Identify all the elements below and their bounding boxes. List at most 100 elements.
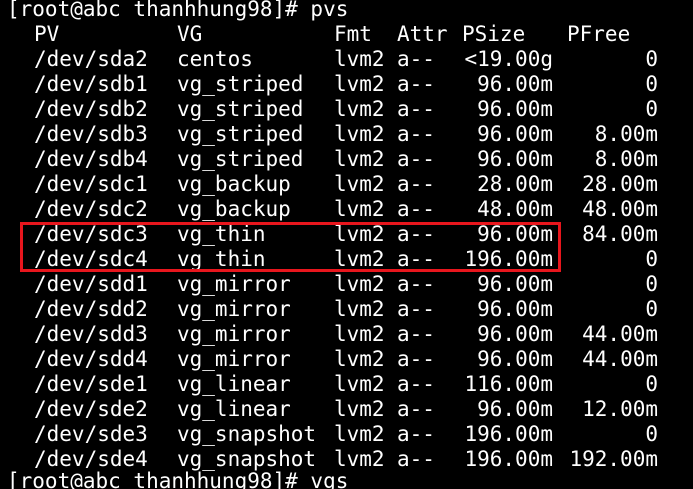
terminal-window[interactable]: [root@abc thanhhung98]# pvs PV VG Fmt At… — [0, 0, 693, 489]
cell-attr: a-- — [397, 397, 435, 421]
cell-pfree: 12.00m — [582, 397, 658, 421]
cell-pv: /dev/sdd4 — [34, 347, 148, 371]
cell-vg: vg_striped — [177, 122, 304, 146]
cell-vg: vg_thin — [177, 247, 266, 271]
cell-attr: a-- — [397, 272, 435, 296]
cell-fmt: lvm2 — [334, 272, 385, 296]
cell-attr: a-- — [397, 222, 435, 246]
cell-psize: 48.00m — [477, 197, 553, 221]
command-line: [root@abc thanhhung98]# pvs — [7, 0, 349, 21]
cell-attr: a-- — [397, 97, 435, 121]
cell-psize: 96.00m — [477, 347, 553, 371]
table-row: /dev/sda2 centos lvm2 a-- <19.00g 0 — [0, 47, 693, 72]
table-row: /dev/sde1 vg_linear lvm2 a-- 116.00m 0 — [0, 372, 693, 397]
cell-pv: /dev/sdb2 — [34, 97, 148, 121]
cell-attr: a-- — [397, 297, 435, 321]
cell-pfree: 0 — [645, 372, 658, 396]
cell-psize: 196.00m — [464, 447, 553, 471]
table-row: /dev/sdb3 vg_striped lvm2 a-- 96.00m 8.00m — [0, 122, 693, 147]
header-psize: PSize — [462, 22, 526, 46]
cell-fmt: lvm2 — [334, 222, 385, 246]
cell-psize: 116.00m — [464, 372, 553, 396]
cell-pv: /dev/sdc3 — [34, 222, 148, 246]
cell-pfree: 84.00m — [582, 222, 658, 246]
cell-vg: vg_mirror — [177, 272, 291, 296]
cell-pfree: 44.00m — [582, 322, 658, 346]
cell-pfree: 0 — [645, 422, 658, 446]
cell-attr: a-- — [397, 372, 435, 396]
cell-attr: a-- — [397, 147, 435, 171]
cell-pfree: 0 — [645, 72, 658, 96]
cell-vg: vg_striped — [177, 72, 304, 96]
table-row: /dev/sdc3 vg_thin lvm2 a-- 96.00m 84.00m — [0, 222, 693, 247]
table-row: /dev/sde2 vg_linear lvm2 a-- 96.00m 12.00m — [0, 397, 693, 422]
cell-vg: vg_striped — [177, 147, 304, 171]
cell-psize: 96.00m — [477, 97, 553, 121]
cell-pfree: 192.00m — [569, 447, 658, 471]
cell-pfree: 0 — [645, 97, 658, 121]
cell-pv: /dev/sdd2 — [34, 297, 148, 321]
cell-fmt: lvm2 — [334, 72, 385, 96]
cell-pv: /dev/sdb4 — [34, 147, 148, 171]
cell-pv: /dev/sdb3 — [34, 122, 148, 146]
cell-fmt: lvm2 — [334, 372, 385, 396]
cell-attr: a-- — [397, 72, 435, 96]
table-row: /dev/sdc1 vg_backup lvm2 a-- 28.00m 28.00m — [0, 172, 693, 197]
cell-pv: /dev/sdd3 — [34, 322, 148, 346]
cell-vg: vg_striped — [177, 97, 304, 121]
cell-psize: 28.00m — [477, 172, 553, 196]
table-row: /dev/sdc2 vg_backup lvm2 a-- 48.00m 48.00m — [0, 197, 693, 222]
cell-pfree: 8.00m — [594, 122, 658, 146]
cell-fmt: lvm2 — [334, 47, 385, 71]
table-row: /dev/sde3 vg_snapshot lvm2 a-- 196.00m 0 — [0, 422, 693, 447]
cell-vg: vg_linear — [177, 397, 291, 421]
cell-psize: 96.00m — [477, 222, 553, 246]
cell-attr: a-- — [397, 422, 435, 446]
cell-vg: vg_mirror — [177, 322, 291, 346]
table-header: PV VG Fmt Attr PSize PFree — [0, 22, 693, 47]
cell-fmt: lvm2 — [334, 347, 385, 371]
cell-pv: /dev/sdd1 — [34, 272, 148, 296]
cell-attr: a-- — [397, 197, 435, 221]
table-row: /dev/sdd4 vg_mirror lvm2 a-- 96.00m 44.00m — [0, 347, 693, 372]
table-row: /dev/sdd1 vg_mirror lvm2 a-- 96.00m 0 — [0, 272, 693, 297]
cell-pfree: 44.00m — [582, 347, 658, 371]
cell-psize: 96.00m — [477, 272, 553, 296]
cell-attr: a-- — [397, 247, 435, 271]
cell-vg: vg_linear — [177, 372, 291, 396]
cell-psize: 96.00m — [477, 297, 553, 321]
cell-pv: /dev/sde1 — [34, 372, 148, 396]
cell-attr: a-- — [397, 347, 435, 371]
cell-pv: /dev/sdc1 — [34, 172, 148, 196]
cell-pfree: 0 — [645, 272, 658, 296]
cell-pv: /dev/sda2 — [34, 47, 148, 71]
cell-pfree: 28.00m — [582, 172, 658, 196]
cell-psize: 96.00m — [477, 72, 553, 96]
table-row: /dev/sdb1 vg_striped lvm2 a-- 96.00m 0 — [0, 72, 693, 97]
cell-pv: /dev/sde3 — [34, 422, 148, 446]
table-row: /dev/sdc4 vg_thin lvm2 a-- 196.00m 0 — [0, 247, 693, 272]
cell-psize: <19.00g — [464, 47, 553, 71]
cell-pfree: 8.00m — [594, 147, 658, 171]
cell-fmt: lvm2 — [334, 172, 385, 196]
cell-pv: /dev/sdc4 — [34, 247, 148, 271]
cell-attr: a-- — [397, 322, 435, 346]
cell-vg: centos — [177, 47, 253, 71]
cell-psize: 96.00m — [477, 397, 553, 421]
cell-fmt: lvm2 — [334, 397, 385, 421]
header-vg: VG — [177, 22, 203, 46]
table-row: /dev/sdd2 vg_mirror lvm2 a-- 96.00m 0 — [0, 297, 693, 322]
header-fmt: Fmt — [334, 22, 372, 46]
cell-psize: 96.00m — [477, 122, 553, 146]
cell-fmt: lvm2 — [334, 247, 385, 271]
table-row: /dev/sdd3 vg_mirror lvm2 a-- 96.00m 44.00m — [0, 322, 693, 347]
cell-fmt: lvm2 — [334, 322, 385, 346]
cell-pv: /dev/sde2 — [34, 397, 148, 421]
table-row: /dev/sdb4 vg_striped lvm2 a-- 96.00m 8.00m — [0, 147, 693, 172]
cell-psize: 96.00m — [477, 147, 553, 171]
cell-vg: vg_mirror — [177, 347, 291, 371]
header-attr: Attr — [397, 22, 448, 46]
cell-fmt: lvm2 — [334, 297, 385, 321]
cell-vg: vg_backup — [177, 172, 291, 196]
cell-fmt: lvm2 — [334, 122, 385, 146]
